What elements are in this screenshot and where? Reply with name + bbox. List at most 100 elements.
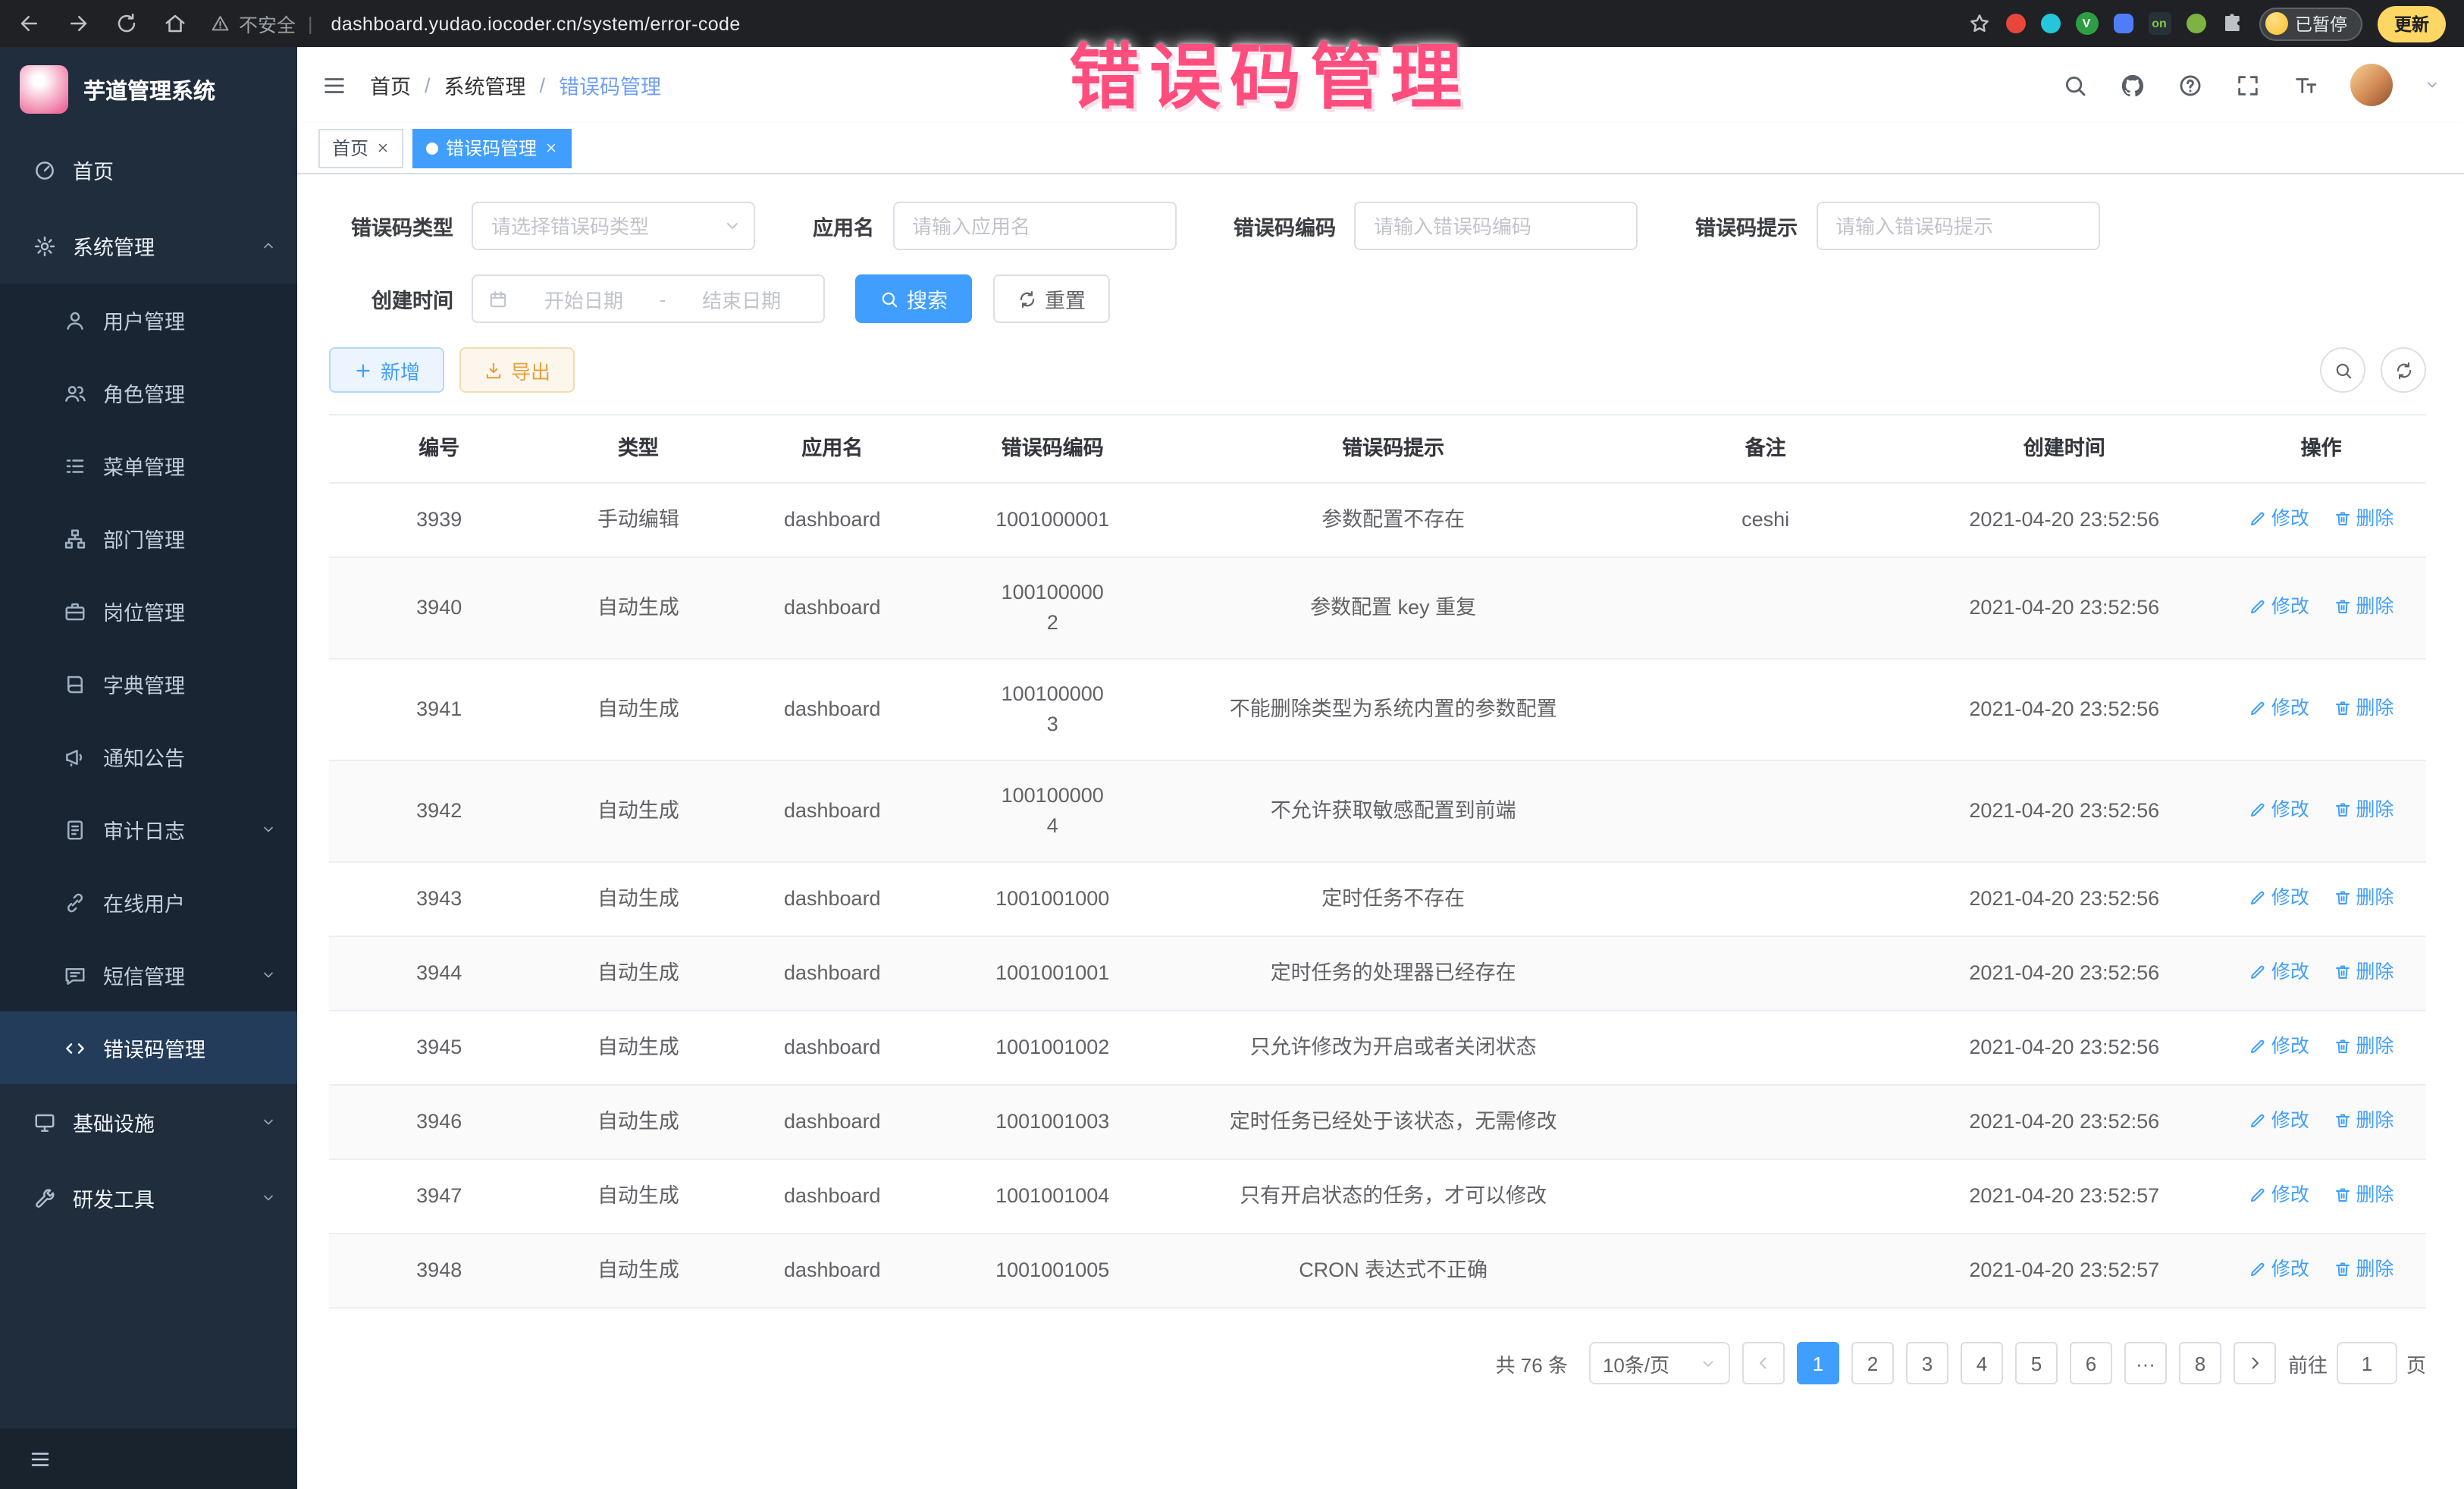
edit-link[interactable]: 修改 [2249,1031,2309,1061]
extension-icon-2[interactable] [2040,14,2060,33]
search-icon[interactable] [2062,72,2088,98]
sidebar-item-menus[interactable]: 菜单管理 [0,429,297,502]
delete-link[interactable]: 删除 [2333,882,2393,913]
tab-home[interactable]: 首页 [318,128,403,168]
pagination-more[interactable]: ··· [2124,1342,2167,1384]
extension-icon-1[interactable] [2005,14,2025,33]
security-indicator[interactable]: 不安全 | [211,9,316,38]
sidebar-item-dev-tools[interactable]: 研发工具 [0,1160,297,1236]
error-type-select[interactable] [472,202,755,250]
edit-link[interactable]: 修改 [2249,1180,2309,1210]
edit-link[interactable]: 修改 [2249,693,2309,723]
edit-icon [2249,1037,2267,1055]
close-icon[interactable] [544,141,558,155]
reload-icon[interactable] [115,12,138,35]
pagination-prev-button[interactable] [1742,1342,1785,1384]
reset-button[interactable]: 重置 [993,274,1110,323]
delete-link[interactable]: 删除 [2333,1254,2393,1284]
edit-link[interactable]: 修改 [2249,957,2309,987]
app-logo[interactable]: 芋道管理系统 [0,47,297,132]
breadcrumb-system[interactable]: 系统管理 [444,70,526,100]
refresh-table-button[interactable] [2381,347,2426,393]
content-area: 错误码类型 应用名 错误码编码 [297,174,2464,1489]
pagination-page-1[interactable]: 1 [1797,1342,1839,1384]
sidebar-item-dicts[interactable]: 字典管理 [0,647,297,720]
edit-icon [2249,699,2267,717]
edit-link[interactable]: 修改 [2249,503,2309,534]
chevron-down-icon[interactable] [2425,77,2440,92]
extension-icon-4[interactable] [2113,14,2133,33]
pagination-page-3[interactable]: 3 [1906,1342,1948,1384]
sidebar-collapse-bar[interactable] [0,1428,297,1489]
pagination-page-5[interactable]: 5 [2015,1342,2058,1384]
delete-link[interactable]: 删除 [2333,1180,2393,1210]
delete-link[interactable]: 删除 [2333,795,2393,825]
sidebar-item-posts[interactable]: 岗位管理 [0,575,297,647]
page-size-select[interactable]: 10条/页 [1589,1342,1730,1384]
pagination-pages: 123456 ··· 8 [1797,1342,2221,1384]
sidebar-item-notices[interactable]: 通知公告 [0,720,297,793]
sidebar-item-system[interactable]: 系统管理 [0,208,297,284]
extension-icon-6[interactable] [2186,14,2205,33]
sidebar-item-audit-logs[interactable]: 审计日志 [0,793,297,866]
close-icon[interactable] [376,141,390,155]
forward-icon[interactable] [67,12,89,35]
paused-label: 已暂停 [2295,11,2347,36]
update-button[interactable]: 更新 [2378,5,2446,42]
toggle-search-button[interactable] [2320,347,2365,393]
profile-paused-badge[interactable]: 已暂停 [2259,7,2362,40]
pagination-page-2[interactable]: 2 [1851,1342,1894,1384]
edit-icon [2249,1186,2267,1204]
sidebar-item-roles[interactable]: 角色管理 [0,356,297,429]
pagination-page-4[interactable]: 4 [1961,1342,2003,1384]
hamburger-icon[interactable] [29,1447,52,1470]
extension-icon-5[interactable]: on [2148,12,2171,35]
delete-link[interactable]: 删除 [2333,503,2393,534]
font-size-icon[interactable] [2293,72,2318,98]
help-icon[interactable] [2177,72,2203,98]
home-icon[interactable] [164,12,187,35]
bookmark-star-icon[interactable] [1967,12,1990,35]
app-name-input[interactable] [892,202,1176,250]
sidebar-item-sms[interactable]: 短信管理 [0,939,297,1011]
extensions-puzzle-icon[interactable] [2221,12,2243,35]
sidebar-item-depts[interactable]: 部门管理 [0,502,297,575]
address-bar[interactable]: dashboard.yudao.iocoder.cn/system/error-… [331,13,1952,34]
sidebar-item-home[interactable]: 首页 [0,132,297,208]
edit-link[interactable]: 修改 [2249,591,2309,622]
github-icon[interactable] [2120,72,2146,98]
delete-link[interactable]: 删除 [2333,693,2393,723]
edit-link[interactable]: 修改 [2249,1254,2309,1284]
sidebar-item-error-codes[interactable]: 错误码管理 [0,1011,297,1084]
avatar[interactable] [2350,64,2393,106]
page: 错误码管理 不安全 | dashboard.yudao.iocoder.cn/s… [0,0,2464,1489]
search-button[interactable]: 搜索 [855,274,972,323]
sidebar-toggle-icon[interactable] [321,72,347,98]
sidebar-item-users[interactable]: 用户管理 [0,284,297,356]
delete-link[interactable]: 删除 [2333,1105,2393,1136]
delete-link[interactable]: 删除 [2333,1031,2393,1061]
extension-icon-3[interactable]: V [2075,12,2098,35]
breadcrumb-home[interactable]: 首页 [370,70,411,100]
delete-link[interactable]: 删除 [2333,591,2393,622]
sidebar-item-infrastructure[interactable]: 基础设施 [0,1084,297,1160]
edit-link[interactable]: 修改 [2249,1105,2309,1136]
goto-page-input[interactable] [2337,1342,2397,1384]
fullscreen-icon[interactable] [2235,72,2261,98]
back-icon[interactable] [18,12,41,35]
export-button[interactable]: 导出 [459,347,575,393]
column-header: 错误码提示 [1168,415,1619,483]
add-button[interactable]: 新增 [329,347,444,393]
sidebar-item-online-users[interactable]: 在线用户 [0,866,297,939]
error-type-select-input[interactable] [472,202,755,250]
edit-link[interactable]: 修改 [2249,882,2309,913]
tab-error-code[interactable]: 错误码管理 [412,128,572,168]
error-hint-input[interactable] [1816,202,2099,250]
pagination-page-6[interactable]: 6 [2070,1342,2112,1384]
date-range-picker[interactable]: 开始日期 - 结束日期 [472,274,825,323]
pagination-next-button[interactable] [2234,1342,2276,1384]
pagination-page-8[interactable]: 8 [2179,1342,2221,1384]
delete-link[interactable]: 删除 [2333,957,2393,987]
error-code-input[interactable] [1354,202,1638,250]
edit-link[interactable]: 修改 [2249,795,2309,825]
